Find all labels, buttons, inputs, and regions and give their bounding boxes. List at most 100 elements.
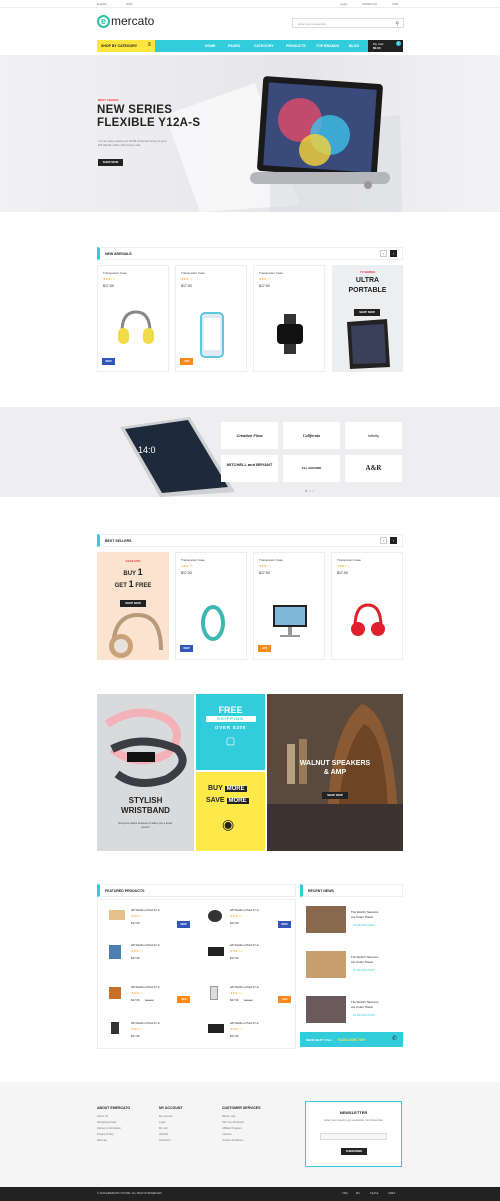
product-name[interactable]: Transparent Case <box>103 271 127 275</box>
product-name[interactable]: HP Pavilion 27wd 27-in <box>131 985 160 989</box>
product-card[interactable]: Transparent Case ★★★☆☆ $17.00 <box>253 265 325 372</box>
featured-item[interactable]: HP Pavilion 27wd 27-in ★★★☆☆ $17.00 <box>200 940 295 970</box>
product-name[interactable]: HP Pavilion 27wd 27-in <box>230 908 259 912</box>
brand-logo[interactable]: California <box>283 422 340 449</box>
news-item[interactable]: The World's Telecoms Are Under Threat 12… <box>306 996 401 1026</box>
product-rating: ★★★☆☆ <box>230 1027 243 1031</box>
product-name[interactable]: HP Pavilion 27wd 27-in <box>230 1021 259 1025</box>
product-name[interactable]: HP Pavilion 27wd 27-in <box>230 943 259 947</box>
news-item[interactable]: The World's Telecoms Are Under Threat 12… <box>306 906 401 936</box>
newsletter-email-input[interactable] <box>320 1133 387 1140</box>
nav-home[interactable]: HOME <box>205 44 216 48</box>
help-bar[interactable]: NEED HELP? CALL 0123 2456 789 ✆ <box>300 1032 403 1047</box>
carousel-dots[interactable]: ● ○ ○ <box>305 488 314 493</box>
new-arrivals-prev-icon[interactable]: ‹ <box>380 250 387 257</box>
new-arrivals-next-icon[interactable]: › <box>390 250 397 257</box>
product-card[interactable]: Transparent Case ★★★☆☆ $17.00 NEW <box>175 552 247 660</box>
search-input[interactable]: Enter your keywords... ⚲ <box>292 18 404 28</box>
bottom-bar: © 2016 EMERCATO STORE. ALL RIGHTS RESERV… <box>0 1187 500 1201</box>
news-thumb <box>306 996 346 1023</box>
search-icon[interactable]: ⚲ <box>395 21 399 27</box>
brand-logo[interactable]: ALL AROUND <box>283 455 340 482</box>
featured-item[interactable]: HP Pavilion 27wd 27-in ★★★☆☆ $17.00 NEW <box>200 905 295 935</box>
product-thumb <box>109 945 121 959</box>
ultra-portable-promo[interactable]: Y4 SERIES ULTRA PORTABLE SHOP NOW <box>332 265 403 372</box>
news-title-line2[interactable]: Are Under Threat <box>351 960 373 964</box>
site-logo[interactable]: e mercato <box>97 14 154 29</box>
best-sellers-next-icon[interactable]: › <box>390 537 397 544</box>
brand-logo[interactable]: MITCHELL and BRYANT <box>221 455 278 482</box>
footer-link[interactable]: Sitemap <box>97 1138 121 1144</box>
news-title-line1[interactable]: The World's Telecoms <box>351 955 378 959</box>
wishlist-link[interactable]: Wishlist (0) <box>362 2 377 6</box>
news-title-line2[interactable]: Are Under Threat <box>351 1005 373 1009</box>
shop-by-category-button[interactable]: SHOP BY CATEGORY ≡ <box>97 40 155 52</box>
headphones-image <box>109 612 163 658</box>
footer-link[interactable]: Checkout <box>159 1138 173 1144</box>
product-name[interactable]: HP Pavilion 27wd 27-in <box>131 908 160 912</box>
recent-news-header: RECENT NEWS <box>300 884 403 897</box>
featured-item[interactable]: HP Pavilion 27wd 27-in ★★★☆☆ $17.00 NEW <box>101 905 196 935</box>
brand-logo[interactable]: Creative Flow <box>221 422 278 449</box>
copyright: © 2016 EMERCATO STORE. ALL RIGHTS RESERV… <box>97 1192 163 1195</box>
news-title-line1[interactable]: The World's Telecoms <box>351 910 378 914</box>
promo-shop-now-button[interactable]: SHOP NOW <box>120 600 146 607</box>
featured-item[interactable]: HP Pavilion 27wd 27-in ★★★☆☆ $17.00 $49.… <box>200 982 295 1012</box>
free-text: FREE <box>218 705 243 715</box>
news-title-line1[interactable]: The World's Telecoms <box>351 1000 378 1004</box>
news-item[interactable]: The World's Telecoms Are Under Threat 12… <box>306 951 401 981</box>
product-card[interactable]: Transparent Case ★★★☆☆ $17.00 <box>331 552 403 660</box>
currency-select[interactable]: USD <box>126 2 132 6</box>
free-shipping-promo[interactable]: FREE SHIPPING OVER $300 ▢ <box>196 694 265 770</box>
best-sellers-prev-icon[interactable]: ‹ <box>380 537 387 544</box>
brand-logo[interactable]: A&R <box>345 455 402 482</box>
product-name[interactable]: HP Pavilion 27wd 27-in <box>131 1021 160 1025</box>
product-card[interactable]: Transparent Case ★★★☆☆ $17.00 -35% <box>253 552 325 660</box>
product-price: $17.00 <box>131 956 140 960</box>
product-name[interactable]: HP Pavilion 27wd 27-in <box>230 985 259 989</box>
product-name[interactable]: Transparent Case <box>259 271 283 275</box>
featured-item[interactable]: HP Pavilion 27wd 27-in ★★★☆☆ $17.00 <box>101 1018 196 1048</box>
more-tag-2: MORE <box>226 798 249 804</box>
news-title-line2[interactable]: Are Under Threat <box>351 915 373 919</box>
product-rating: ★★★☆☆ <box>230 991 243 995</box>
footer-link[interactable]: Investor Relations <box>222 1138 244 1144</box>
product-thumb <box>208 1024 224 1033</box>
product-card[interactable]: Transparent Case ★★★☆☆ $17.00 -35% <box>175 265 247 372</box>
product-badge: -10% <box>177 996 190 1003</box>
product-name[interactable]: Transparent Case <box>181 558 205 562</box>
walnut-speakers-promo[interactable]: WALNUT SPEAKERS & AMP SHOP NOW <box>267 694 403 851</box>
currency-select-right[interactable]: USD <box>392 2 398 6</box>
product-name[interactable]: HP Pavilion 27wd 27-in <box>131 943 160 947</box>
product-name[interactable]: Transparent Case <box>259 558 283 562</box>
buy-more-save-more-promo[interactable]: BUY MORE SAVE MORE ◉ <box>196 772 265 851</box>
product-name[interactable]: Transparent Case <box>181 271 205 275</box>
promo-shop-now-button[interactable]: SHOP NOW <box>354 309 380 316</box>
hero-shop-now-button[interactable]: SHOP NOW <box>98 159 123 166</box>
nav-top-brands[interactable]: TOP BRANDS <box>316 44 339 48</box>
nav-pages[interactable]: PAGES <box>228 44 240 48</box>
phone-icon: ✆ <box>391 1036 397 1042</box>
subscribe-button[interactable]: SUBSCRIBE <box>341 1148 367 1155</box>
featured-item[interactable]: HP Pavilion 27wd 27-in ★★★☆☆ $17.00 <box>200 1018 295 1048</box>
product-price: $17.00 <box>131 998 140 1002</box>
product-card[interactable]: Transparent Case ★★★☆☆ $17.00 NEW <box>97 265 169 372</box>
nav-products[interactable]: PRODUCTS <box>286 44 306 48</box>
featured-item[interactable]: HP Pavilion 27wd 27-in ★★★☆☆ $17.00 $49.… <box>101 982 196 1012</box>
product-name[interactable]: Transparent Case <box>337 558 361 562</box>
promo-line1: ULTRA <box>355 277 380 284</box>
product-price: $17.00 <box>131 921 140 925</box>
buy-one-get-one-promo[interactable]: SALE OFF BUY 1 GET 1 FREE SHOP NOW <box>97 552 169 660</box>
cart-button[interactable]: My Cart $0.00 0 <box>368 40 403 52</box>
red-headphones-image <box>351 603 385 636</box>
featured-item[interactable]: HP Pavilion 27wd 27-in ★★★☆☆ $17.00 <box>101 940 196 970</box>
nav-category[interactable]: CATEGORY <box>254 44 273 48</box>
language-select[interactable]: English <box>97 2 107 6</box>
login-link[interactable]: Login <box>340 2 347 6</box>
brand-logo[interactable]: infinity <box>345 422 402 449</box>
walnut-shop-now-button[interactable]: SHOP NOW <box>322 792 348 799</box>
hero-title-line2: FLEXIBLE Y12A-S <box>97 117 201 129</box>
nav-blog[interactable]: BLOG <box>349 44 359 48</box>
wristband-promo[interactable]: STYLISH WRISTBAND Everyone wears because… <box>97 694 194 851</box>
product-price: $17.00 <box>259 571 270 575</box>
